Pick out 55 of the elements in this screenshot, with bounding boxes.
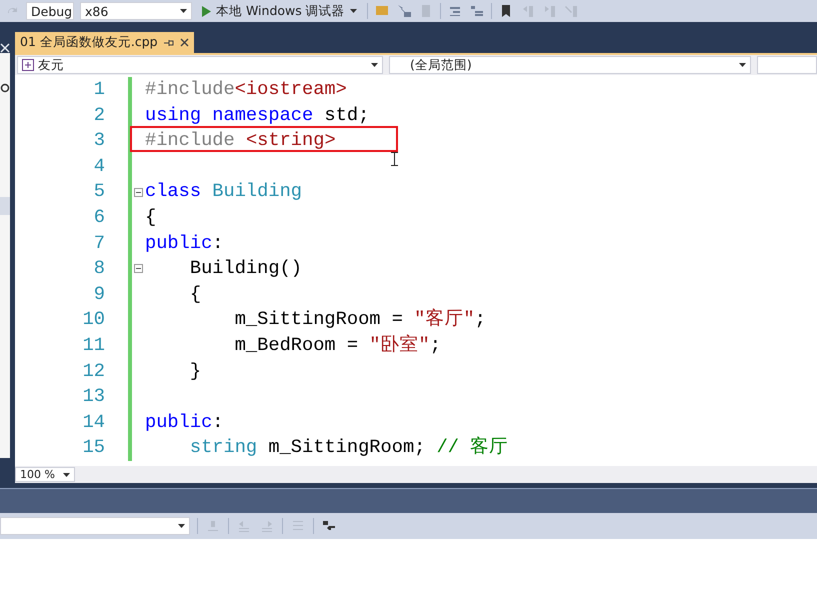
line-number: 2 — [92, 102, 105, 128]
code-line: #include <string> — [145, 129, 336, 152]
line-number: 6 — [92, 204, 105, 230]
line-number: 13 — [82, 384, 105, 410]
run-button[interactable]: 本地 Windows 调试器 — [198, 1, 361, 21]
pin-icon[interactable] — [164, 38, 174, 46]
code-line: m_SittingRoom = "客厅"; — [234, 308, 486, 330]
bookmark-clear-icon[interactable] — [564, 3, 580, 19]
code-line: using namespace std; — [145, 104, 370, 126]
line-number: 10 — [82, 307, 105, 332]
code-line: m_BedRoom = "卧室"; — [234, 334, 441, 356]
next-icon[interactable] — [259, 518, 275, 534]
caret-icon — [63, 472, 70, 476]
code-line: { — [188, 282, 202, 305]
previous-icon[interactable] — [236, 518, 252, 534]
code-line: #include<iostream> — [145, 78, 347, 100]
line-number: 9 — [92, 282, 105, 307]
code-line: public: — [145, 232, 224, 254]
class-icon — [22, 59, 34, 71]
extra-dropdown[interactable] — [757, 56, 817, 74]
platform-dropdown[interactable]: x86 — [80, 2, 192, 20]
zoom-dropdown[interactable]: 100 % — [15, 467, 75, 482]
selected-list-row[interactable] — [0, 197, 10, 215]
code-line: string m_SittingRoom; // 客厅 — [188, 436, 508, 458]
collapse-icon[interactable] — [134, 188, 143, 197]
line-number: 15 — [82, 435, 105, 460]
scope-dropdown[interactable]: 友元 — [17, 56, 383, 74]
caret-icon — [180, 9, 187, 13]
close-icon[interactable] — [180, 38, 189, 47]
line-number: 7 — [92, 230, 105, 256]
play-icon — [202, 6, 211, 16]
caret-icon — [739, 63, 746, 67]
configuration-dropdown[interactable]: Debug — [26, 2, 74, 20]
output-source-dropdown[interactable] — [0, 517, 190, 535]
line-number: 14 — [82, 410, 105, 435]
text-cursor-icon — [391, 152, 398, 166]
line-number: 1 — [92, 77, 105, 102]
code-line: class Building — [145, 180, 302, 202]
line-number: 8 — [92, 256, 105, 282]
code-line: { — [145, 206, 156, 228]
caret-icon — [371, 63, 378, 67]
line-number: 3 — [92, 128, 105, 154]
document-tab[interactable]: 01 全局函数做友元.cpp — [15, 32, 194, 53]
line-number: 5 — [92, 179, 105, 204]
line-number: 12 — [82, 358, 105, 384]
code-line: Building() — [188, 257, 302, 280]
caret-icon — [178, 524, 185, 528]
line-number: 11 — [82, 332, 105, 358]
caret-icon — [350, 9, 357, 13]
line-number: 4 — [92, 154, 105, 179]
code-line: public: — [145, 410, 224, 433]
code-line: } — [188, 360, 202, 382]
collapse-icon[interactable] — [134, 264, 143, 274]
search-icon[interactable] — [0, 83, 10, 93]
member-dropdown[interactable]: (全局范围) — [389, 56, 751, 74]
